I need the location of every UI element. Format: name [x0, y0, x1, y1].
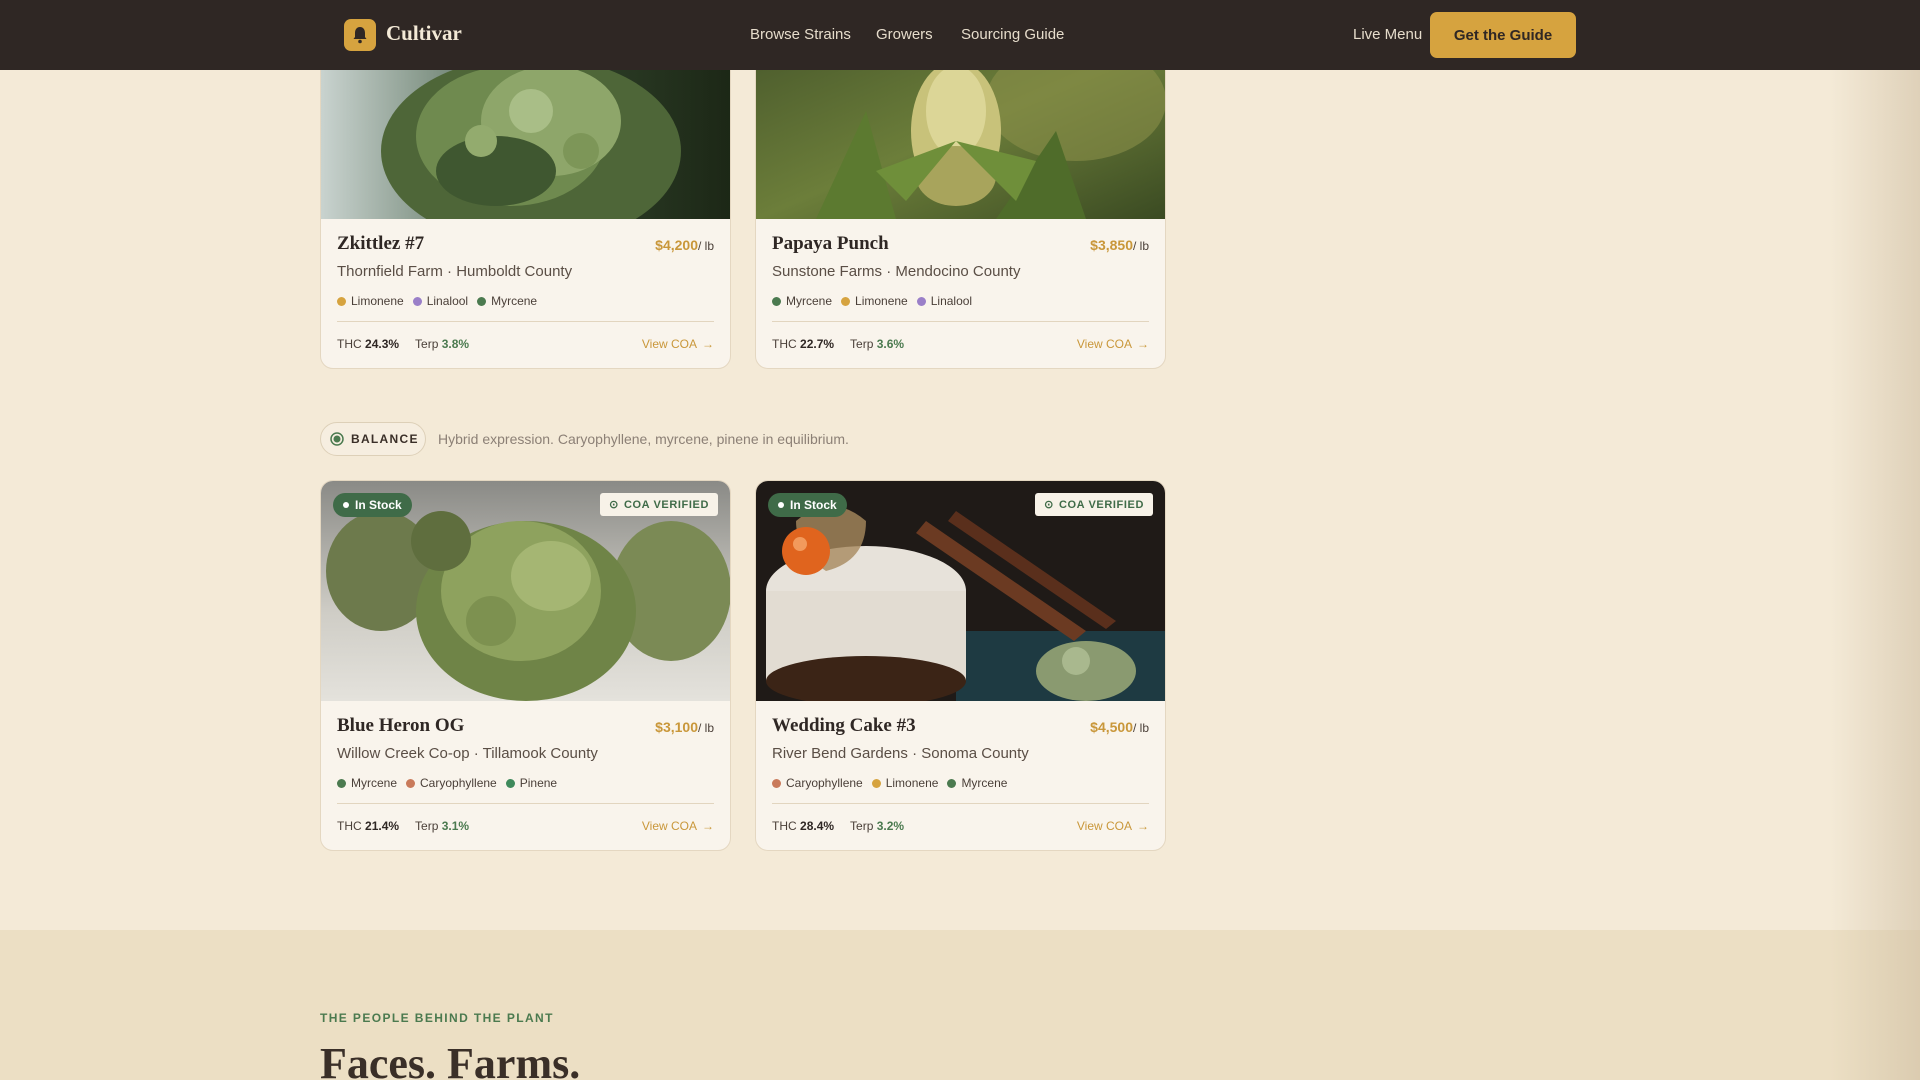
card-divider: [337, 321, 714, 322]
strain-price: $4,200/ lb: [655, 237, 714, 253]
strain-farm: Willow Creek Co-op · Tillamook County: [337, 745, 598, 762]
terpene-list: Caryophyllene Limonene Myrcene: [772, 776, 1007, 790]
terpene-dot-icon: [947, 778, 957, 788]
terpene-dot-icon: [477, 296, 487, 306]
strain-name[interactable]: Wedding Cake #3: [772, 715, 916, 737]
card-divider: [772, 321, 1149, 322]
potency-stats: THC 21.4% Terp 3.1%: [337, 819, 470, 833]
terpene-tag: Myrcene: [337, 776, 397, 790]
terpene-tag: Myrcene: [772, 294, 832, 308]
strain-farm: River Bend Gardens · Sonoma County: [772, 745, 1029, 762]
strain-price: $4,500/ lb: [1090, 719, 1149, 735]
terpene-tag: Myrcene: [947, 776, 1007, 790]
card-divider: [772, 803, 1149, 804]
card-body: Wedding Cake #3 $4,500/ lb River Bend Ga…: [756, 701, 1165, 850]
check-circle-icon: ⊙: [1044, 499, 1054, 511]
terpene-dot-icon: [337, 296, 346, 306]
section-headline: Faces. Farms.: [320, 1039, 581, 1080]
strain-name[interactable]: Papaya Punch: [772, 233, 889, 255]
arrow-right-icon: →: [1137, 337, 1149, 351]
strain-photo: In Stock ⊙ COA VERIFIED: [756, 481, 1165, 701]
terpene-dot-icon: [505, 778, 515, 788]
page-vignette: [1830, 0, 1920, 1080]
nav-link-live-menu[interactable]: Live Menu: [1353, 26, 1422, 43]
card-divider: [337, 803, 714, 804]
terpene-tag: Linalool: [916, 294, 972, 308]
strain-card[interactable]: Zkittlez #7 $4,200/ lb Thornfield Farm ·…: [320, 40, 731, 369]
view-coa-link[interactable]: View COA →: [1077, 337, 1149, 351]
terpene-dot-icon: [406, 778, 416, 788]
terpene-tag: Limonene: [871, 776, 938, 790]
terpene-dot-icon: [841, 296, 851, 306]
section-eyebrow: THE PEOPLE BEHIND THE PLANT: [320, 1011, 554, 1025]
view-coa-link[interactable]: View COA →: [642, 819, 714, 833]
coa-verified-badge: ⊙ COA VERIFIED: [1035, 493, 1153, 516]
arrow-right-icon: →: [1137, 819, 1149, 833]
terpene-tag: Linalool: [412, 294, 468, 308]
terpene-list: Limonene Linalool Myrcene: [337, 294, 537, 308]
terpene-list: Myrcene Limonene Linalool: [772, 294, 972, 308]
people-section: [0, 930, 1920, 1080]
strain-card[interactable]: In Stock ⊙ COA VERIFIED Blue Heron OG $3,…: [320, 480, 731, 851]
terpene-tag: Pinene: [505, 776, 557, 790]
nav-link-browse-strains[interactable]: Browse Strains: [750, 26, 851, 43]
terpene-tag: Limonene: [841, 294, 908, 308]
potency-stats: THC 24.3% Terp 3.8%: [337, 337, 470, 351]
terpene-tag: Caryophyllene: [406, 776, 497, 790]
strain-card[interactable]: Papaya Punch $3,850/ lb Sunstone Farms ·…: [755, 40, 1166, 369]
strain-farm: Thornfield Farm · Humboldt County: [337, 263, 573, 280]
strain-price: $3,850/ lb: [1090, 237, 1149, 253]
status-dot-icon: [343, 502, 349, 508]
strain-price: $3,100/ lb: [655, 719, 714, 735]
terpene-dot-icon: [772, 296, 781, 306]
coa-verified-badge: ⊙ COA VERIFIED: [600, 493, 718, 516]
view-coa-link[interactable]: View COA →: [642, 337, 714, 351]
terpene-dot-icon: [916, 296, 926, 306]
strain-photo: In Stock ⊙ COA VERIFIED: [321, 481, 730, 701]
nav-link-growers[interactable]: Growers: [876, 26, 933, 43]
terpene-dot-icon: [337, 778, 346, 788]
terpene-tag: Myrcene: [477, 294, 537, 308]
check-circle-icon: ⊙: [609, 499, 619, 511]
potency-stats: THC 22.7% Terp 3.6%: [772, 337, 905, 351]
strain-card[interactable]: In Stock ⊙ COA VERIFIED Wedding Cake #3 $…: [755, 480, 1166, 851]
strain-name[interactable]: Zkittlez #7: [337, 233, 424, 255]
in-stock-badge: In Stock: [768, 493, 847, 517]
card-body: Zkittlez #7 $4,200/ lb Thornfield Farm ·…: [321, 219, 730, 368]
strain-name[interactable]: Blue Heron OG: [337, 715, 464, 737]
balance-category-pill[interactable]: BALANCE: [320, 422, 426, 456]
target-dot-icon: [330, 432, 344, 446]
terpene-dot-icon: [871, 778, 881, 788]
status-dot-icon: [778, 502, 784, 508]
in-stock-badge: In Stock: [333, 493, 412, 517]
balance-description: Hybrid expression. Caryophyllene, myrcen…: [438, 431, 849, 447]
terpene-list: Myrcene Caryophyllene Pinene: [337, 776, 557, 790]
terpene-dot-icon: [772, 778, 781, 788]
terpene-tag: Limonene: [337, 294, 404, 308]
potency-stats: THC 28.4% Terp 3.2%: [772, 819, 905, 833]
bell-icon: [353, 27, 367, 44]
brand-name[interactable]: Cultivar: [386, 21, 462, 46]
card-body: Papaya Punch $3,850/ lb Sunstone Farms ·…: [756, 219, 1165, 368]
top-nav: Cultivar Browse Strains Growers Sourcing…: [0, 0, 1920, 70]
arrow-right-icon: →: [702, 819, 714, 833]
view-coa-link[interactable]: View COA →: [1077, 819, 1149, 833]
brand-logo[interactable]: [344, 19, 376, 51]
terpene-tag: Caryophyllene: [772, 776, 863, 790]
nav-link-sourcing-guide[interactable]: Sourcing Guide: [961, 26, 1064, 43]
terpene-dot-icon: [412, 296, 422, 306]
card-body: Blue Heron OG $3,100/ lb Willow Creek Co…: [321, 701, 730, 850]
arrow-right-icon: →: [702, 337, 714, 351]
strain-farm: Sunstone Farms · Mendocino County: [772, 263, 1021, 280]
get-guide-button[interactable]: Get the Guide: [1430, 12, 1576, 58]
